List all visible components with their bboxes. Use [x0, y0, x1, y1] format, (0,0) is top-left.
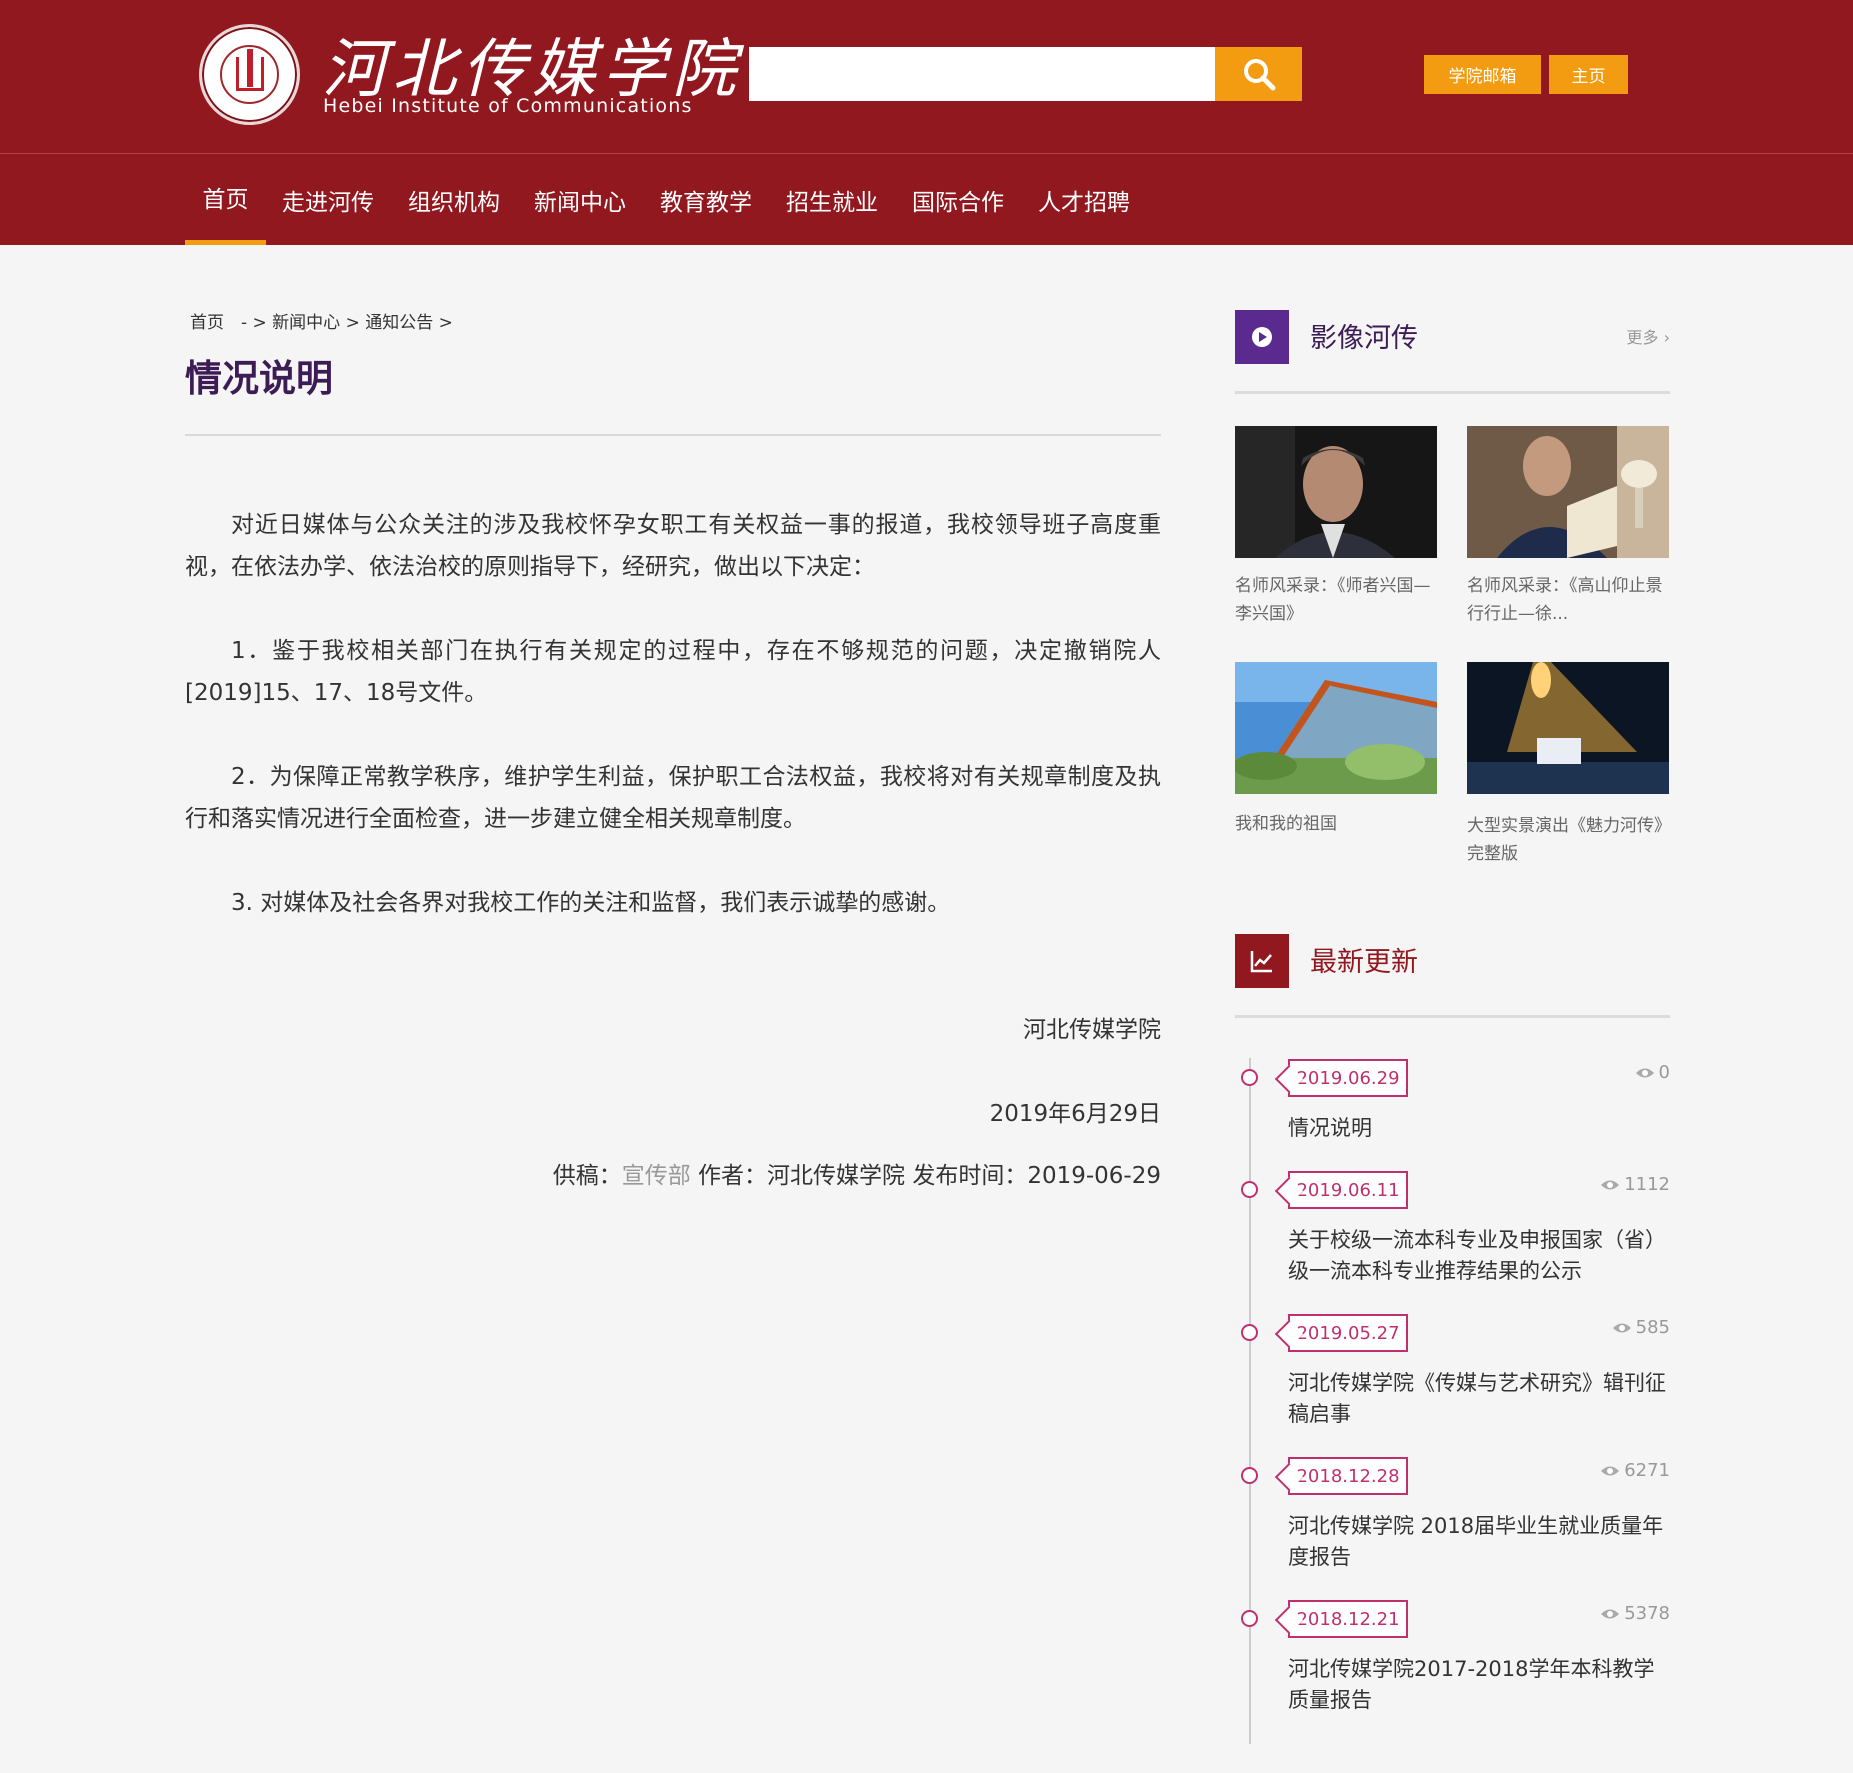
stage-performance-image — [1467, 662, 1669, 794]
eye-icon — [1635, 1068, 1654, 1077]
update-link[interactable]: 河北传媒学院2017-2018学年本科教学质量报告 — [1288, 1654, 1673, 1716]
gallery-caption[interactable]: 大型实景演出《魅力河传》完整版 — [1467, 812, 1672, 868]
timeline-dot — [1241, 1324, 1258, 1341]
article-body: 对近日媒体与公众关注的涉及我校怀孕女职工有关权益一事的报道，我校领导班子高度重视… — [185, 504, 1161, 966]
nav-item-home[interactable]: 首页 — [185, 154, 266, 245]
nav-item-education[interactable]: 教育教学 — [654, 154, 758, 245]
campus-building-image — [1235, 662, 1437, 794]
timeline-dot — [1241, 1069, 1258, 1086]
nav-item-news[interactable]: 新闻中心 — [528, 154, 632, 245]
site-header: 河北传媒学院 Hebei Institute of Communications… — [0, 0, 1853, 154]
article-paragraph: 3. 对媒体及社会各界对我校工作的关注和监督，我们表示诚挚的感谢。 — [231, 890, 951, 916]
school-mail-link[interactable]: 学院邮箱 — [1424, 55, 1541, 94]
timeline-dot — [1241, 1610, 1258, 1627]
update-views: 585 — [1612, 1317, 1670, 1338]
main-nav: 首页 走进河传 组织机构 新闻中心 教育教学 招生就业 国际合作 人才招聘 — [0, 154, 1853, 245]
view-count: 585 — [1635, 1317, 1670, 1338]
gallery-thumbnail[interactable] — [1235, 662, 1437, 794]
time-label: 发布时间： — [905, 1163, 1028, 1189]
article-meta: 供稿：宣传部 作者：河北传媒学院 发布时间：2019-06-29 — [553, 1156, 1161, 1190]
gallery-caption[interactable]: 名师风采录：《高山仰止景行行止—徐... — [1467, 572, 1672, 628]
article-paragraph: 2．为保障正常教学秩序，维护学生利益，保护职工合法权益，我校将对有关规章制度及执… — [185, 764, 1161, 832]
gallery-title: 影像河传 — [1310, 323, 1418, 354]
author-value: 河北传媒学院 — [767, 1163, 906, 1189]
gallery-caption[interactable]: 名师风采录：《师者兴国—李兴国》 — [1235, 572, 1440, 628]
update-views: 6271 — [1600, 1460, 1670, 1481]
article-date: 2019年6月29日 — [989, 1101, 1161, 1127]
update-views: 5378 — [1600, 1603, 1670, 1624]
update-views: 0 — [1635, 1062, 1670, 1083]
eye-icon — [1601, 1609, 1620, 1618]
gallery-more-link[interactable]: 更多 › — [1627, 324, 1671, 348]
update-link[interactable]: 河北传媒学院 2018届毕业生就业质量年度报告 — [1288, 1511, 1673, 1573]
nav-item-about[interactable]: 走进河传 — [276, 154, 380, 245]
view-count: 0 — [1658, 1062, 1670, 1083]
gallery-header: 影像河传 更多 › — [1235, 310, 1670, 394]
logo-english-name[interactable]: Hebei Institute of Communications — [323, 95, 693, 117]
nav-item-recruitment[interactable]: 人才招聘 — [1032, 154, 1136, 245]
eye-icon — [1601, 1466, 1620, 1475]
search-input[interactable] — [749, 47, 1215, 101]
update-date-tag: 2018.12.21 — [1288, 1600, 1408, 1638]
title-divider — [185, 434, 1161, 436]
search-button[interactable] — [1215, 47, 1302, 101]
updates-badge — [1235, 934, 1289, 988]
line-chart-icon — [1250, 951, 1272, 973]
reading-portrait-image — [1467, 426, 1669, 558]
gallery-badge — [1235, 310, 1289, 364]
updates-header: 最新更新 — [1235, 934, 1670, 1018]
view-count: 5378 — [1624, 1603, 1670, 1624]
nav-item-admissions[interactable]: 招生就业 — [780, 154, 884, 245]
school-seal-logo[interactable] — [199, 24, 300, 125]
eye-icon — [1612, 1323, 1631, 1332]
gallery-thumbnail[interactable] — [1235, 426, 1437, 558]
article-paragraph: 1．鉴于我校相关部门在执行有关规定的过程中，存在不够规范的问题，决定撤销院人[2… — [185, 638, 1161, 706]
update-link[interactable]: 河北传媒学院《传媒与艺术研究》辑刊征稿启事 — [1288, 1368, 1673, 1430]
eye-icon — [1601, 1180, 1620, 1189]
article-paragraph: 对近日媒体与公众关注的涉及我校怀孕女职工有关权益一事的报道，我校领导班子高度重视… — [185, 512, 1161, 580]
source-value[interactable]: 宣传部 — [622, 1163, 691, 1189]
nav-item-international[interactable]: 国际合作 — [906, 154, 1010, 245]
update-date-tag: 2019.06.29 — [1288, 1059, 1408, 1097]
timeline-dot — [1241, 1181, 1258, 1198]
search-icon — [1243, 59, 1275, 91]
view-count: 6271 — [1624, 1460, 1670, 1481]
author-label: 作者： — [690, 1163, 768, 1189]
nav-item-organization[interactable]: 组织机构 — [402, 154, 506, 245]
update-link[interactable]: 关于校级一流本科专业及申报国家（省）级一流本科专业推荐结果的公示 — [1288, 1225, 1673, 1287]
portrait-image — [1235, 426, 1437, 558]
source-label: 供稿： — [552, 1163, 622, 1189]
page-title: 情况说明 — [185, 357, 333, 400]
update-date-tag: 2019.05.27 — [1288, 1314, 1408, 1352]
update-link[interactable]: 情况说明 — [1288, 1113, 1673, 1144]
updates-title: 最新更新 — [1310, 947, 1418, 978]
timeline-dot — [1241, 1467, 1258, 1484]
timeline-line — [1249, 1058, 1251, 1744]
article-signature: 河北传媒学院 — [1023, 1017, 1161, 1043]
update-views: 1112 — [1600, 1174, 1670, 1195]
homepage-link[interactable]: 主页 — [1549, 55, 1628, 94]
play-icon — [1252, 327, 1272, 347]
update-date-tag: 2019.06.11 — [1288, 1171, 1408, 1209]
view-count: 1112 — [1624, 1174, 1670, 1195]
gallery-thumbnail[interactable] — [1467, 662, 1669, 794]
gallery-thumbnail[interactable] — [1467, 426, 1669, 558]
update-date-tag: 2018.12.28 — [1288, 1457, 1408, 1495]
breadcrumb[interactable]: 首页 - > 新闻中心 > 通知公告 > — [190, 308, 453, 333]
time-value: 2019-06-29 — [1027, 1163, 1161, 1189]
gallery-caption[interactable]: 我和我的祖国 — [1235, 810, 1440, 838]
